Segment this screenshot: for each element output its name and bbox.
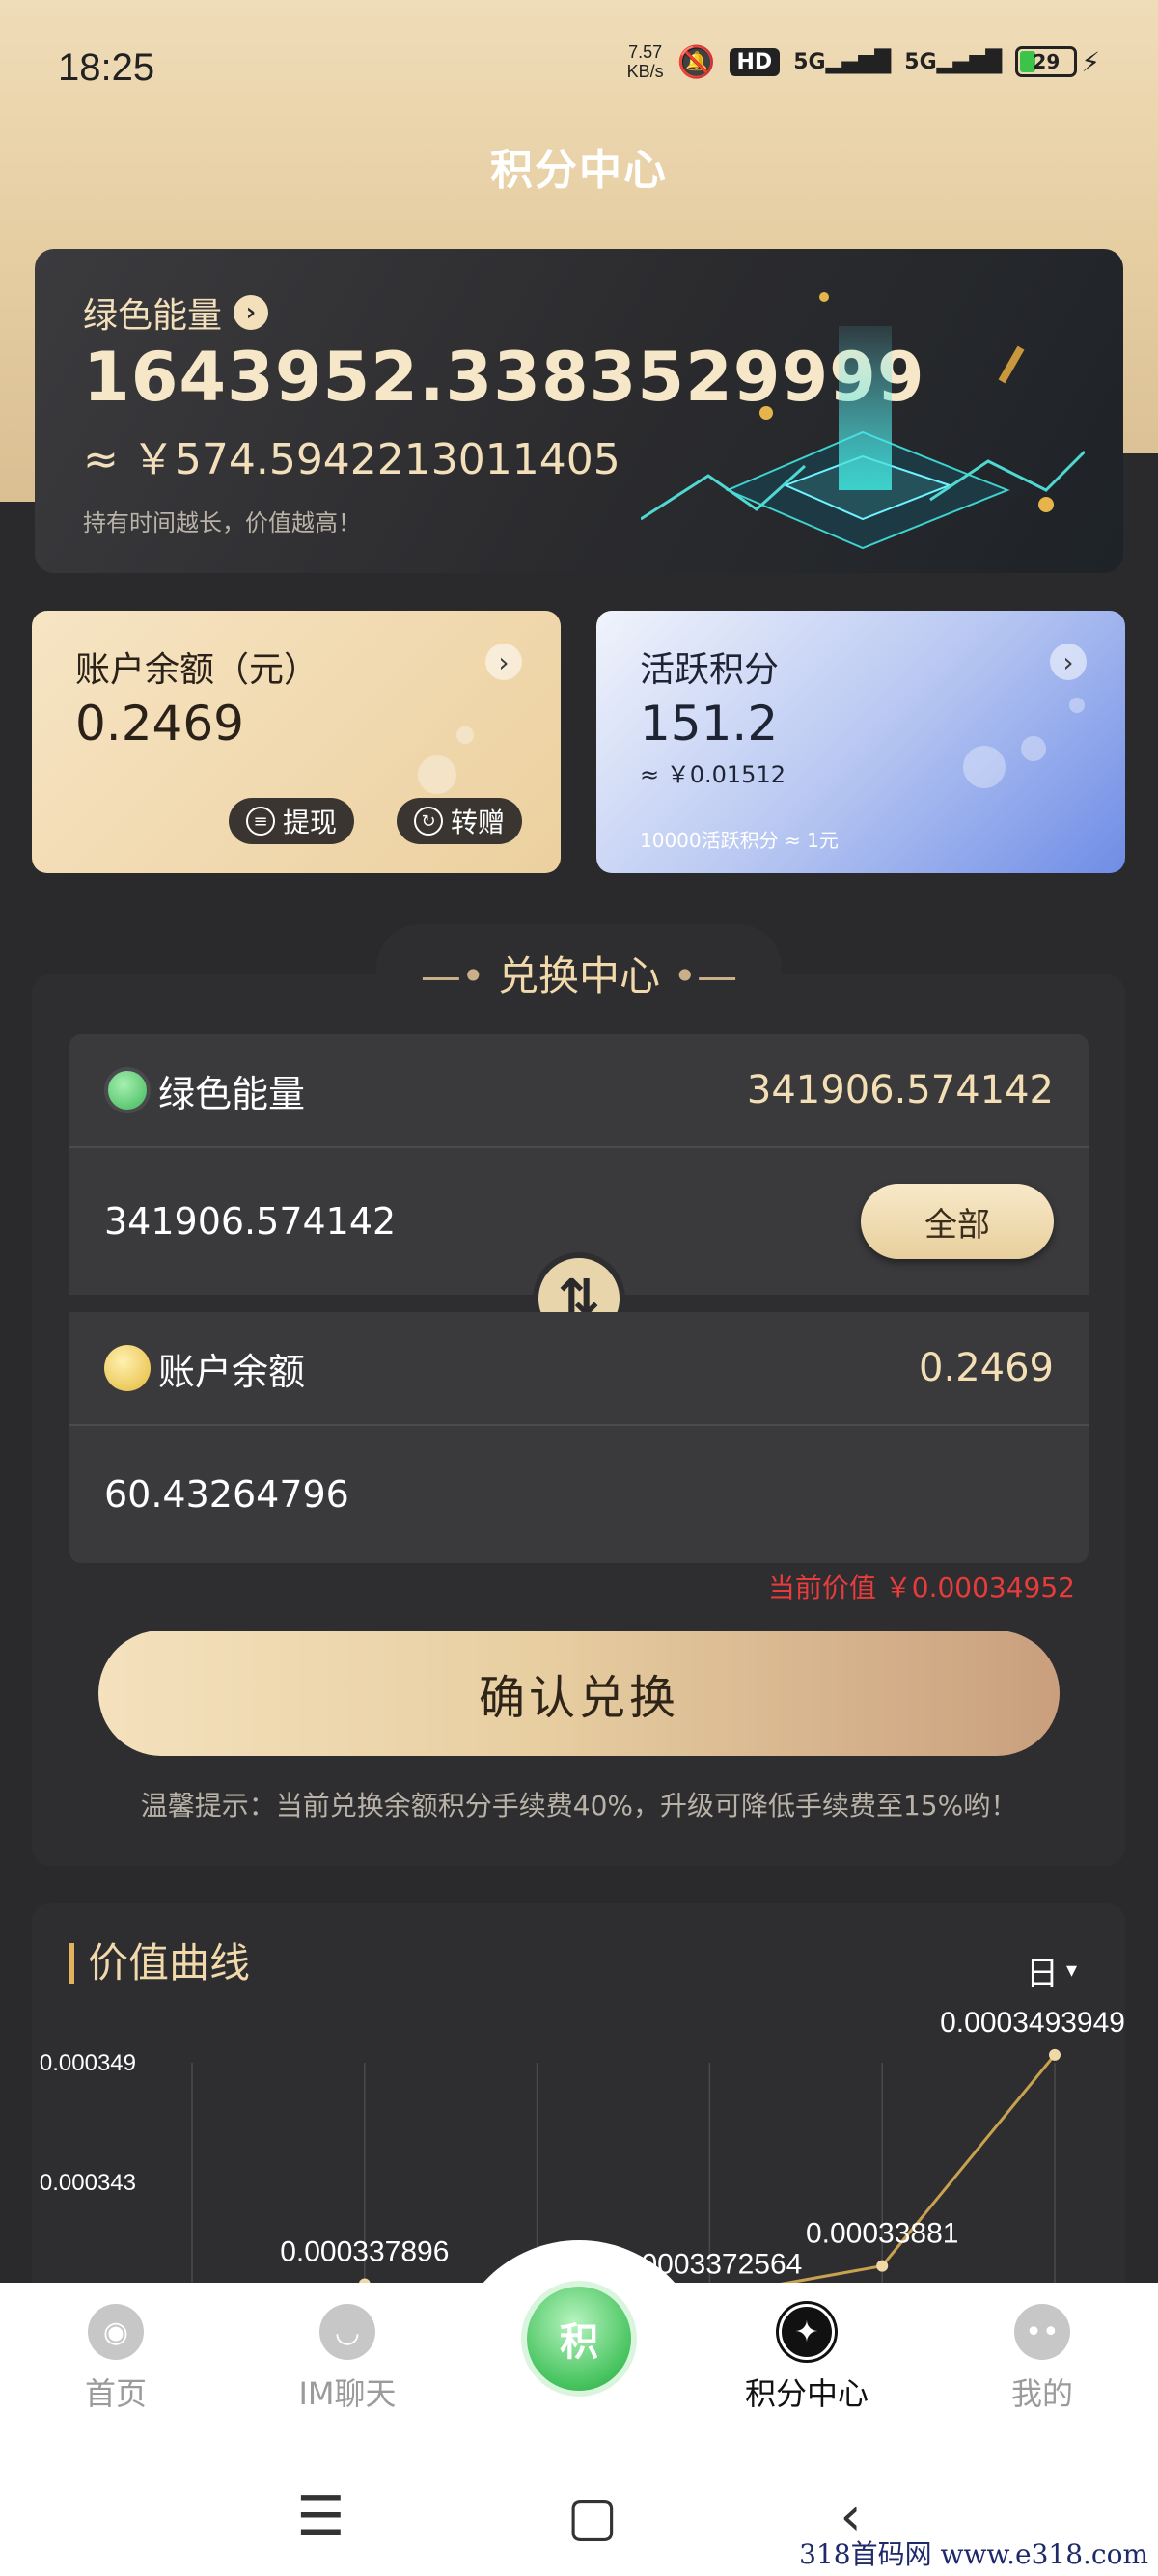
network-speed: 7.57 KB/s [627,42,664,81]
from-available: 341906.574142 [746,1068,1054,1112]
to-header: 账户余额 0.2469 [69,1312,1089,1426]
battery-icon: 29 ⚡ [1015,46,1100,78]
speed-value: 7.57 [628,42,663,62]
withdraw-button[interactable]: ≡ 提现 [229,798,355,844]
nav-home-label: 首页 [84,2375,147,2412]
decor-bubble [456,726,474,744]
chevron-right-icon[interactable]: › [234,295,269,330]
all-button[interactable]: 全部 [861,1184,1054,1259]
active-points-approx: ≈ ￥0.01512 [640,761,786,788]
green-energy-coin-icon [104,1067,151,1113]
from-label: 绿色能量 [104,1064,305,1117]
gold-coin-icon [104,1345,151,1391]
data-label: 0.00033881 [806,2218,959,2250]
page-title: 积分中心 [490,146,668,195]
decor-bubble [1069,698,1085,713]
decor-bubble [963,746,1006,788]
active-points-title: 活跃积分 [640,650,780,690]
battery-percent: 29 [1033,50,1061,73]
to-amount-input[interactable]: 60.43264796 [104,1473,349,1516]
decor-bubble [418,755,456,794]
nav-points-label: 积分中心 [744,2375,868,2412]
signal-bars-icon: ▂▄▆█ [936,49,1003,74]
period-selector[interactable]: 日 ▾ [1026,1947,1077,1994]
nav-im-chat[interactable]: ◡ IM聊天 [261,2304,434,2414]
to-available: 0.2469 [919,1346,1054,1390]
watermark: 318首码网 www.e318.com [799,2538,1148,2570]
nav-points-center[interactable]: ✦ 积分中心 [720,2304,894,2414]
title-dash-right: •— [660,952,738,1000]
account-balance-card[interactable]: 账户余额（元） › 0.2469 ≡ 提现 ↻ 转赠 [32,611,561,873]
speed-unit: KB/s [626,62,664,81]
chip-illustration-icon [641,292,1085,550]
nav-center-glyph: 积 [560,2320,598,2365]
to-label: 账户余额 [104,1342,305,1395]
chat-bubble-icon: ◡ [319,2304,375,2360]
nav-mine[interactable]: •• 我的 [955,2304,1129,2414]
withdraw-label: 提现 [283,807,338,838]
points-icon: ✦ [779,2304,835,2360]
home-square-icon[interactable]: ▢ [566,2485,618,2548]
nav-home[interactable]: ◉ 首页 [29,2304,203,2414]
current-value-text: 当前价值 ￥0.00034952 [767,1572,1075,1603]
battery-body: 29 [1015,46,1078,77]
from-amount-input[interactable]: 341906.574142 [104,1200,396,1243]
transfer-button[interactable]: ↻ 转赠 [397,798,523,844]
nav-mine-label: 我的 [1010,2375,1073,2412]
profile-face-icon: •• [1014,2304,1070,2360]
from-label-text: 绿色能量 [158,1072,306,1115]
data-point[interactable] [876,2260,889,2272]
energy-note: 持有时间越长，价值越高！ [83,509,361,536]
data-point[interactable] [1049,2048,1061,2061]
energy-approx-value: ≈ ￥574.5942213011405 [83,435,620,484]
points-center-icon[interactable]: 积 [521,2281,637,2397]
data-label: 0.000337896 [280,2235,449,2267]
status-icons: 7.57 KB/s 🔕 HD 5G▂▄▆█ 5G▂▄▆█ 29 ⚡ [627,42,1100,81]
mute-bell-icon: 🔕 [676,43,716,80]
y-tick-label: 0.000349 [40,2050,136,2076]
hd-badge: HD [729,47,781,76]
y-tick-label: 0.000343 [40,2170,136,2196]
signal-5g-2: 5G▂▄▆█ [904,50,1002,74]
status-time: 18:25 [58,46,155,89]
chevron-right-icon[interactable]: › [1050,644,1087,680]
balance-title: 账户余额（元） [75,650,319,690]
data-label: 0.0003493949 [940,2007,1125,2039]
chevron-right-icon[interactable]: › [485,644,522,680]
title-dash-left: —• [420,952,498,1000]
planet-icon: ◉ [88,2304,144,2360]
active-points-value: 151.2 [640,696,779,752]
charging-bolt-icon: ⚡ [1081,45,1100,78]
nav-im-label: IM聊天 [298,2375,397,2412]
balance-value: 0.2469 [75,696,244,752]
energy-label-row[interactable]: 绿色能量 › [83,288,269,338]
net-label-2: 5G [904,49,937,74]
withdraw-icon: ≡ [246,807,275,836]
from-header: 绿色能量 341906.574142 [69,1034,1089,1148]
exchange-title-text: 兑换中心 [497,952,660,1000]
green-energy-card[interactable]: 绿色能量 › 1643952.3383529999 ≈ ￥574.5942213… [35,249,1123,573]
confirm-exchange-button[interactable]: 确认兑换 [98,1631,1060,1756]
exchange-to-row: 账户余额 0.2469 60.43264796 [69,1312,1089,1563]
to-label-text: 账户余额 [158,1350,306,1393]
active-points-rate: 10000活跃积分 ≈ 1元 [640,829,839,852]
signal-5g-1: 5G▂▄▆█ [793,50,891,74]
net-label-1: 5G [793,49,826,74]
signal-bars-icon: ▂▄▆█ [825,49,892,74]
decor-bubble [1021,736,1046,761]
energy-label: 绿色能量 [83,296,223,336]
chart-title: 价值曲线 [69,1943,250,1984]
status-bar: 18:25 7.57 KB/s 🔕 HD 5G▂▄▆█ 5G▂▄▆█ 29 ⚡ [0,0,1158,135]
to-input-row: 60.43264796 [69,1426,1089,1563]
exchange-tip: 温馨提示：当前兑换余额积分手续费40%，升级可降低手续费至15%哟！ [140,1790,1018,1822]
transfer-icon: ↻ [414,807,443,836]
menu-icon[interactable]: ☰ [296,2485,345,2548]
transfer-label: 转赠 [451,807,506,838]
period-label: 日 [1025,1955,1059,1993]
active-points-card[interactable]: 活跃积分 › 151.2 ≈ ￥0.01512 10000活跃积分 ≈ 1元 [596,611,1125,873]
exchange-title: —• 兑换中心 •— [0,944,1158,1002]
chevron-down-icon: ▾ [1065,1959,1077,1983]
